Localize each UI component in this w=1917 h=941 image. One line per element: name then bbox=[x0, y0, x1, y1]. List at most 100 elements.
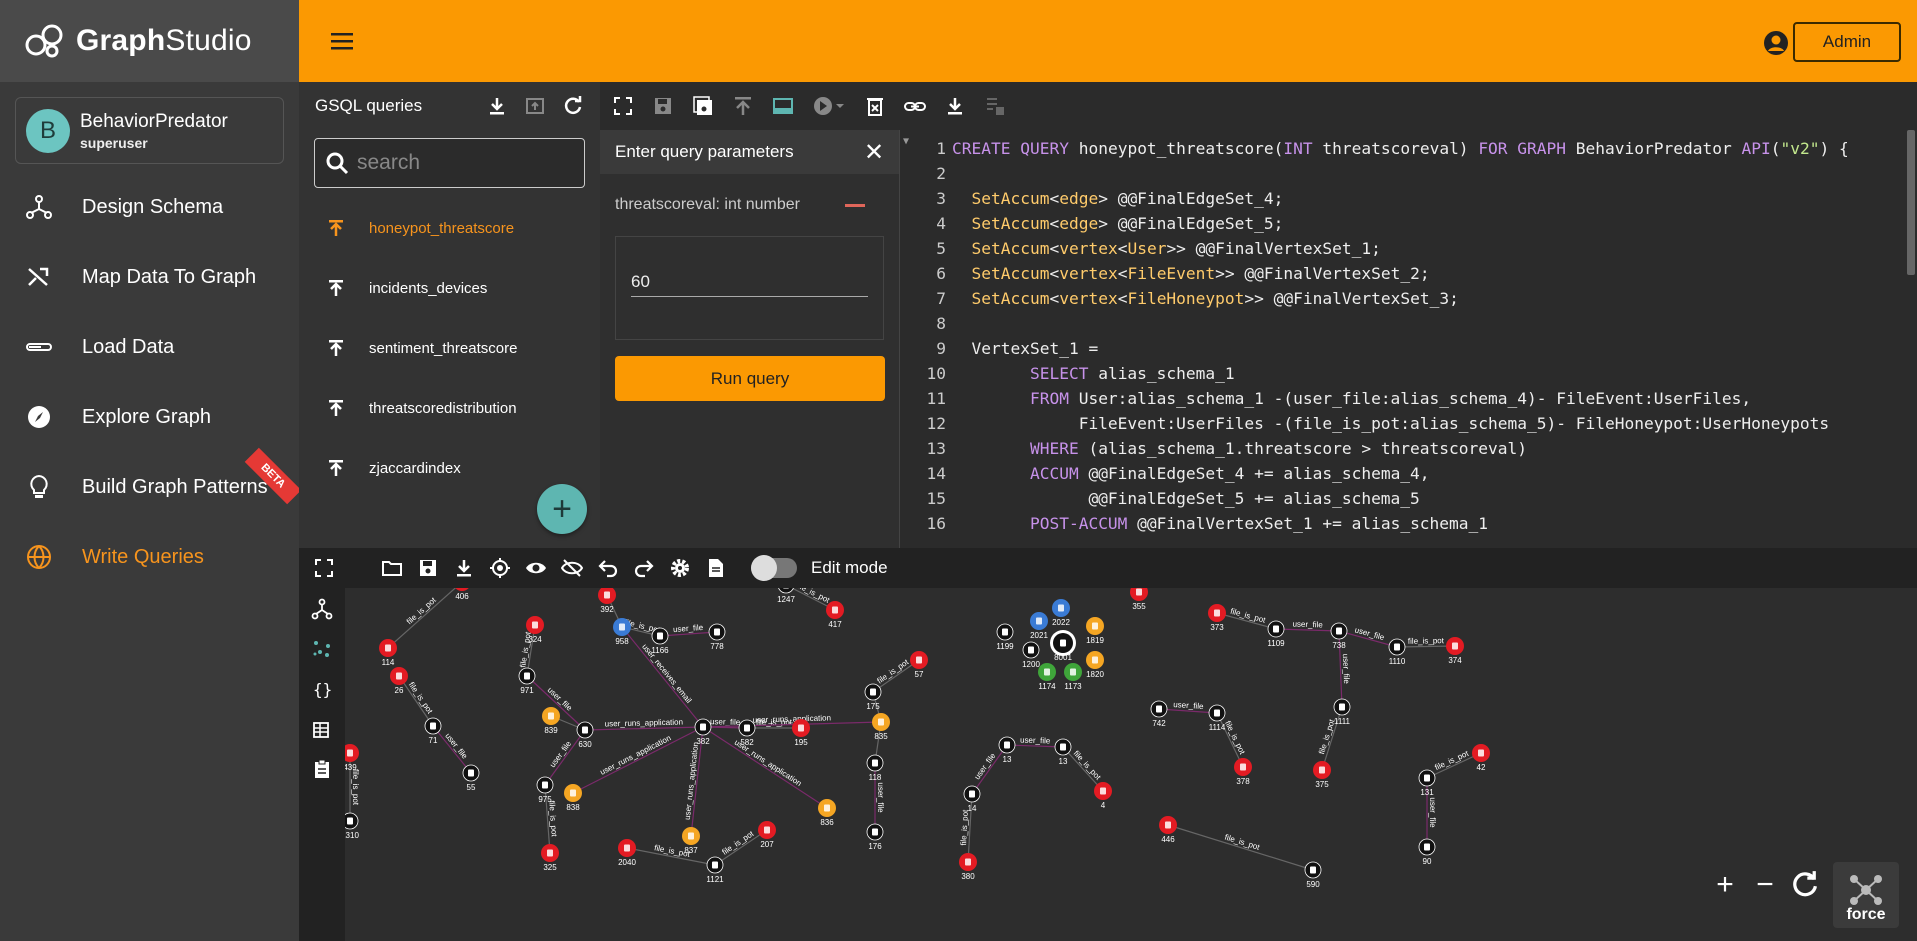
node-type-icon bbox=[1060, 743, 1066, 751]
schema-view-icon[interactable] bbox=[311, 598, 333, 620]
show-icon[interactable] bbox=[525, 557, 547, 579]
code-line[interactable]: 8 bbox=[900, 311, 952, 336]
query-item[interactable]: sentiment_threatscore bbox=[299, 318, 600, 378]
node-type-icon bbox=[744, 724, 750, 732]
json-view-icon[interactable]: {} bbox=[311, 678, 333, 700]
editor-scrollbar[interactable] bbox=[1907, 130, 1915, 275]
node-type-icon bbox=[604, 591, 610, 599]
node-label: 838 bbox=[566, 803, 580, 812]
undo-icon[interactable] bbox=[597, 557, 619, 579]
code-text: @@FinalEdgeSet_5 += alias_schema_5 bbox=[952, 489, 1420, 508]
nav-design-schema[interactable]: Design Schema bbox=[0, 172, 299, 242]
node-label: 1200 bbox=[1022, 660, 1040, 669]
graph-visualization[interactable]: file_is_pot file_is_pot user_file file_is_p… bbox=[345, 588, 1917, 941]
edge-label: file_is_pot bbox=[795, 588, 832, 605]
save-icon[interactable] bbox=[652, 95, 674, 117]
code-line[interactable]: 5 SetAccum<vertex<User>> @@FinalVertexSe… bbox=[900, 236, 1381, 261]
node-type-icon bbox=[1424, 774, 1430, 782]
code-line[interactable]: 16 POST-ACCUM @@FinalVertexSet_1 += alia… bbox=[900, 511, 1489, 536]
open-folder-icon[interactable] bbox=[381, 557, 403, 579]
query-item[interactable]: threatscoredistribution bbox=[299, 378, 600, 438]
graph-node[interactable] bbox=[453, 588, 471, 591]
nav-explore-graph[interactable]: Explore Graph bbox=[0, 382, 299, 452]
code-line[interactable]: 13 WHERE (alias_schema_1.threatscore > t… bbox=[900, 436, 1528, 461]
code-line[interactable]: 4 SetAccum<edge> @@FinalEdgeSet_5; bbox=[900, 211, 1283, 236]
zoom-out-button[interactable]: − bbox=[1750, 868, 1780, 901]
code-line[interactable]: 15 @@FinalEdgeSet_5 += alias_schema_5 bbox=[900, 486, 1420, 511]
code-line[interactable]: 3 SetAccum<edge> @@FinalEdgeSet_4; bbox=[900, 186, 1283, 211]
log-view-icon[interactable] bbox=[311, 758, 333, 780]
query-item[interactable]: incidents_devices bbox=[299, 258, 600, 318]
logo[interactable]: GraphStudio bbox=[0, 0, 299, 82]
redo-icon[interactable] bbox=[633, 557, 655, 579]
nav-load-data[interactable]: Load Data bbox=[0, 312, 299, 382]
settings-gear-icon[interactable] bbox=[669, 557, 691, 579]
code-line[interactable]: 11 FROM User:alias_schema_1 -(user_file:… bbox=[900, 386, 1752, 411]
graph-edge[interactable] bbox=[1275, 628, 1340, 632]
node-label: 836 bbox=[820, 818, 834, 827]
graph-edge[interactable] bbox=[1006, 744, 1064, 748]
graph-edge[interactable] bbox=[1167, 824, 1314, 871]
account-circle-icon[interactable] bbox=[1763, 30, 1789, 56]
nav-map-data[interactable]: Map Data To Graph bbox=[0, 242, 299, 312]
run-query-button[interactable]: Run query bbox=[615, 356, 885, 401]
code-line[interactable]: 14 ACCUM @@FinalEdgeSet_4 += alias_schem… bbox=[900, 461, 1430, 486]
hide-icon[interactable] bbox=[561, 557, 583, 579]
refresh-icon[interactable] bbox=[562, 95, 584, 117]
save-as-icon[interactable] bbox=[692, 95, 714, 117]
save-icon[interactable] bbox=[417, 557, 439, 579]
close-icon[interactable]: ✕ bbox=[859, 137, 889, 167]
code-line[interactable]: 2 bbox=[900, 161, 952, 186]
fullscreen-icon[interactable] bbox=[612, 95, 634, 117]
remove-param-icon[interactable] bbox=[845, 203, 865, 207]
code-line[interactable]: 10 SELECT alias_schema_1 bbox=[900, 361, 1235, 386]
table-view-icon[interactable] bbox=[311, 718, 333, 740]
graph-node[interactable] bbox=[778, 588, 794, 594]
fullscreen-icon[interactable] bbox=[313, 557, 335, 579]
zoom-in-button[interactable]: + bbox=[1710, 868, 1740, 901]
hamburger-menu-icon[interactable] bbox=[329, 30, 355, 52]
download-icon[interactable] bbox=[453, 557, 475, 579]
delete-query-icon[interactable] bbox=[864, 95, 886, 117]
document-icon[interactable] bbox=[705, 557, 727, 579]
admin-button[interactable]: Admin bbox=[1793, 22, 1901, 62]
query-item[interactable]: honeypot_threatscore bbox=[299, 198, 600, 258]
code-line[interactable]: 1 CREATE QUERY honeypot_threatscore(INT t… bbox=[900, 136, 1848, 161]
refresh-layout-icon[interactable] bbox=[1790, 870, 1820, 900]
upload-icon[interactable] bbox=[524, 95, 546, 117]
user-card[interactable]: B BehaviorPredator superuser bbox=[15, 97, 284, 164]
edit-mode-toggle[interactable] bbox=[751, 555, 797, 581]
graph-edge[interactable] bbox=[702, 726, 828, 809]
code-line[interactable]: 7 SetAccum<vertex<FileHoneypot>> @@Final… bbox=[900, 286, 1459, 311]
schema-icon bbox=[26, 195, 52, 219]
install-query-icon[interactable] bbox=[732, 95, 754, 117]
code-line[interactable]: 9 VertexSet_1 = bbox=[900, 336, 1098, 361]
download-query-icon[interactable] bbox=[944, 95, 966, 117]
search-box[interactable] bbox=[314, 138, 585, 188]
query-name: sentiment_threatscore bbox=[369, 339, 518, 357]
run-query-dropdown-icon[interactable] bbox=[812, 95, 846, 117]
threatscoreval-input[interactable] bbox=[631, 272, 868, 297]
search-input[interactable] bbox=[357, 151, 557, 175]
graph-view-icon[interactable] bbox=[311, 638, 333, 660]
clear-icon[interactable] bbox=[984, 95, 1006, 117]
graph-edge[interactable] bbox=[544, 729, 586, 786]
layout-force-button[interactable]: force bbox=[1833, 862, 1899, 928]
locate-icon[interactable] bbox=[489, 557, 511, 579]
show-result-panel-icon[interactable] bbox=[772, 95, 794, 117]
nav-write-queries[interactable]: Write Queries bbox=[0, 522, 299, 592]
code-line[interactable]: 6 SetAccum<vertex<FileEvent>> @@FinalVer… bbox=[900, 261, 1429, 286]
node-label: 2040 bbox=[618, 858, 636, 867]
nav-build-patterns[interactable]: Build Graph Patterns BETA bbox=[0, 447, 302, 522]
graph-edge[interactable] bbox=[572, 726, 704, 794]
download-icon[interactable] bbox=[486, 95, 508, 117]
code-line[interactable]: 12 FileEvent:UserFiles -(file_is_pot:ali… bbox=[900, 411, 1830, 436]
code-editor[interactable]: ▼ 1 CREATE QUERY honeypot_threatscore(INT… bbox=[900, 130, 1917, 548]
link-icon[interactable] bbox=[904, 95, 926, 117]
graph-canvas[interactable]: file_is_pot file_is_pot user_file file_is_p… bbox=[345, 588, 1917, 941]
publish-icon bbox=[329, 220, 343, 236]
node-label: 630 bbox=[578, 740, 592, 749]
graph-edge[interactable] bbox=[387, 588, 462, 649]
add-query-button[interactable]: + bbox=[537, 484, 587, 534]
node-type-icon bbox=[1310, 866, 1316, 874]
